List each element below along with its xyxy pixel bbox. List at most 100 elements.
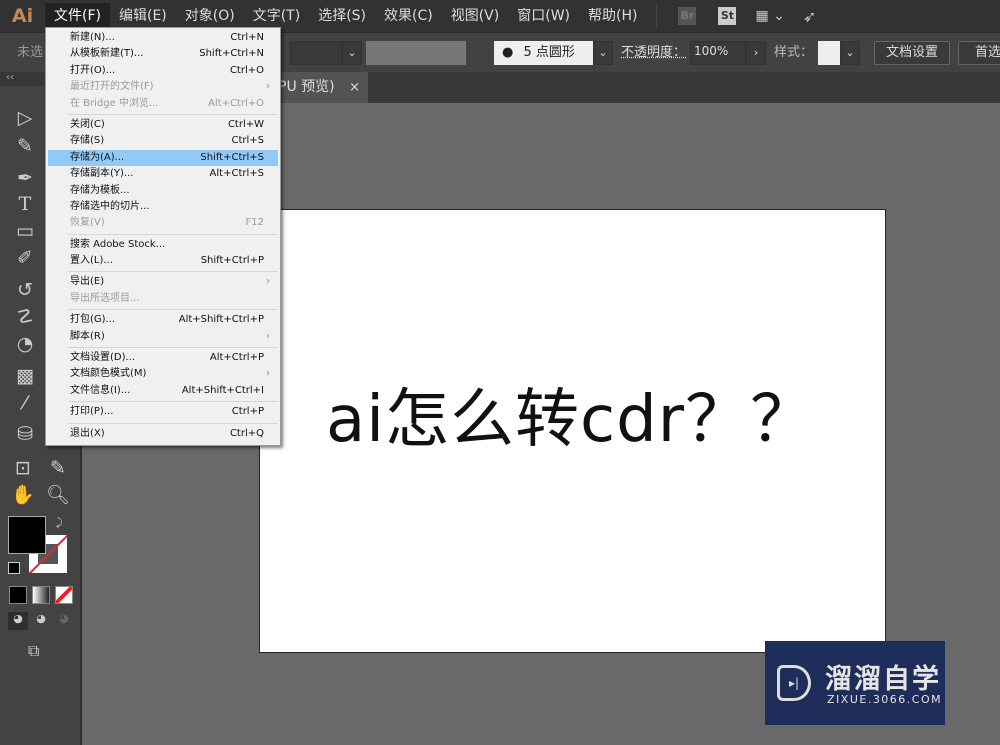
rocket-icon[interactable]: ➶ (803, 7, 816, 26)
magic-wand-tool-icon[interactable]: ✎ (12, 134, 38, 158)
hand-tool-icon[interactable]: ✋ (10, 483, 36, 507)
bridge-icon[interactable]: Br (678, 7, 697, 25)
menu-4[interactable]: 选择(S) (309, 3, 375, 29)
menu-item-shortcut: Ctrl+P (231, 406, 264, 418)
menu-item[interactable]: 置入(L)... Shift+Ctrl+P (46, 253, 280, 269)
gradient-mode-icon[interactable] (32, 586, 50, 604)
menu-item[interactable]: 退出(X) Ctrl+Q (46, 426, 280, 442)
menu-item[interactable]: 关闭(C) Ctrl+W (46, 117, 280, 133)
rotate-tool-icon[interactable]: ↺ (12, 278, 38, 302)
menu-1[interactable]: 编辑(E) (110, 3, 176, 29)
warp-tool-icon[interactable]: ☡ (12, 305, 38, 329)
menu-item-label: 打包(G)... (70, 314, 116, 326)
document-tab[interactable]: PU 预览) × (270, 72, 368, 103)
menu-separator (68, 271, 278, 273)
stock-icon[interactable]: St (718, 7, 737, 25)
menu-separator (68, 422, 278, 424)
menu-item-shortcut: F12 (245, 217, 264, 229)
opacity-label[interactable]: 不透明度： (621, 41, 686, 65)
menu-item-shortcut: Shift+Ctrl+S (200, 151, 264, 163)
divider (656, 5, 658, 27)
zoom-tool-icon[interactable]: 🔍︎ (45, 483, 71, 507)
menu-8[interactable]: 帮助(H) (579, 3, 646, 29)
menu-item-label: 文件信息(I)... (70, 384, 131, 396)
close-icon[interactable]: × (349, 72, 360, 103)
menu-item[interactable]: 打印(P)... Ctrl+P (46, 404, 280, 420)
menu-item[interactable]: 文档颜色模式(M) › (46, 366, 280, 382)
menu-item-label: 存储为(A)... (70, 151, 125, 163)
menu-item[interactable]: 打包(G)... Alt+Shift+Ctrl+P (46, 312, 280, 328)
menu-item[interactable]: 文件信息(I)... Alt+Shift+Ctrl+I (46, 383, 280, 399)
artboard-text[interactable]: ai怎么转cdr？？ (326, 368, 815, 460)
chevron-down-icon[interactable]: ⌄ (840, 41, 860, 65)
menu-item[interactable]: 存储为模板... (46, 183, 280, 199)
menu-item[interactable]: 恢复(V) F12 (46, 215, 280, 231)
menu-2[interactable]: 对象(O) (176, 3, 244, 29)
collapse-panel-icon[interactable]: ‹‹ (6, 72, 14, 83)
menu-item[interactable]: 存储(S) Ctrl+S (46, 133, 280, 149)
chevron-down-icon[interactable]: ⌄ (342, 41, 362, 65)
perspective-grid-tool-icon[interactable]: ▩ (12, 364, 38, 388)
menu-item[interactable]: 导出所选项目... (46, 291, 280, 307)
shaper-tool-icon[interactable]: ✐ (12, 246, 38, 270)
menu-7[interactable]: 窗口(W) (508, 3, 579, 29)
type-tool-icon[interactable]: T (12, 192, 38, 216)
draw-behind-icon[interactable]: ◕ (31, 612, 51, 630)
fill-swatch[interactable] (8, 516, 46, 554)
menu-item-shortcut: Ctrl+O (229, 64, 264, 76)
eraser-tool-icon[interactable]: ✎ (45, 456, 71, 480)
preferences-button[interactable]: 首选 (958, 41, 1000, 65)
document-setup-button[interactable]: 文档设置 (874, 41, 950, 65)
menu-item-shortcut: Ctrl+S (231, 135, 264, 147)
menu-item[interactable]: 最近打开的文件(F) › (46, 79, 280, 95)
eyedropper-tool-icon[interactable]: ⁄ (12, 391, 38, 415)
screen-mode-icon[interactable]: ⧉ (28, 641, 39, 661)
draw-normal-icon[interactable]: ◕ (8, 612, 28, 630)
menu-item-label: 打印(P)... (70, 406, 114, 418)
symbol-sprayer-tool-icon[interactable]: ⛁ (12, 422, 38, 446)
menu-0[interactable]: 文件(F) (45, 3, 110, 29)
menu-3[interactable]: 文字(T) (244, 3, 309, 29)
play-logo-icon: ▸| (777, 665, 811, 701)
menu-item[interactable]: 文档设置(D)... Alt+Ctrl+P (46, 350, 280, 366)
shape-builder-tool-icon[interactable]: ◔ (12, 332, 38, 356)
menu-item[interactable]: 脚本(R) › (46, 329, 280, 345)
chevron-down-icon[interactable]: ⌄ (593, 41, 613, 65)
watermark-url: ZIXUE.3066.COM (827, 693, 943, 706)
color-mode-icon[interactable] (9, 586, 27, 604)
menu-item[interactable]: 导出(E) › (46, 274, 280, 290)
style-swatch[interactable] (818, 41, 840, 65)
chevron-right-icon[interactable]: › (746, 41, 766, 65)
direct-selection-tool-icon[interactable]: ▷ (12, 106, 38, 130)
style-label: 样式： (774, 45, 814, 60)
menu-item[interactable]: 在 Bridge 中浏览... Alt+Ctrl+O (46, 96, 280, 112)
menu-item[interactable]: 搜索 Adobe Stock... (46, 237, 280, 253)
menu-item-label: 存储(S) (70, 135, 105, 147)
opacity-input[interactable]: 100% (690, 41, 746, 65)
file-menu-dropdown: 新建(N)... Ctrl+N 从模板新建(T)... Shift+Ctrl+N 打开(… (45, 27, 281, 446)
variable-width-profile[interactable] (366, 41, 466, 65)
rectangle-tool-icon[interactable]: ▭ (12, 219, 38, 243)
menu-item-label: 打开(O)... (70, 64, 116, 76)
menu-item[interactable]: 存储选中的切片... (46, 199, 280, 215)
menu-item[interactable]: 打开(O)... Ctrl+O (46, 63, 280, 79)
menu-5[interactable]: 效果(C) (375, 3, 442, 29)
menu-item[interactable]: 存储副本(Y)... Alt+Ctrl+S (46, 166, 280, 182)
default-colors-icon[interactable] (8, 562, 20, 574)
menu-item[interactable]: 从模板新建(T)... Shift+Ctrl+N (46, 46, 280, 62)
workspace-layout-icon[interactable]: ▦ ⌄ (755, 8, 784, 24)
pen-tool-icon[interactable]: ✒ (12, 166, 38, 190)
swap-colors-icon[interactable]: ⤸ (56, 516, 63, 530)
none-mode-icon[interactable] (55, 586, 73, 604)
menu-item-label: 退出(X) (70, 427, 105, 439)
menu-separator (68, 113, 278, 115)
menu-item-shortcut: Alt+Ctrl+O (208, 97, 264, 109)
menu-6[interactable]: 视图(V) (442, 3, 509, 29)
menu-item-shortcut: Alt+Ctrl+P (209, 352, 264, 364)
stroke-weight-field[interactable] (290, 41, 342, 65)
menu-item[interactable]: 存储为(A)... Shift+Ctrl+S (48, 149, 278, 167)
draw-inside-icon[interactable]: ◕ (54, 612, 74, 630)
menu-item[interactable]: 新建(N)... Ctrl+N (46, 30, 280, 46)
artboard-tool-icon[interactable]: ⊡ (10, 456, 36, 480)
menu-item-label: 搜索 Adobe Stock... (70, 238, 166, 250)
